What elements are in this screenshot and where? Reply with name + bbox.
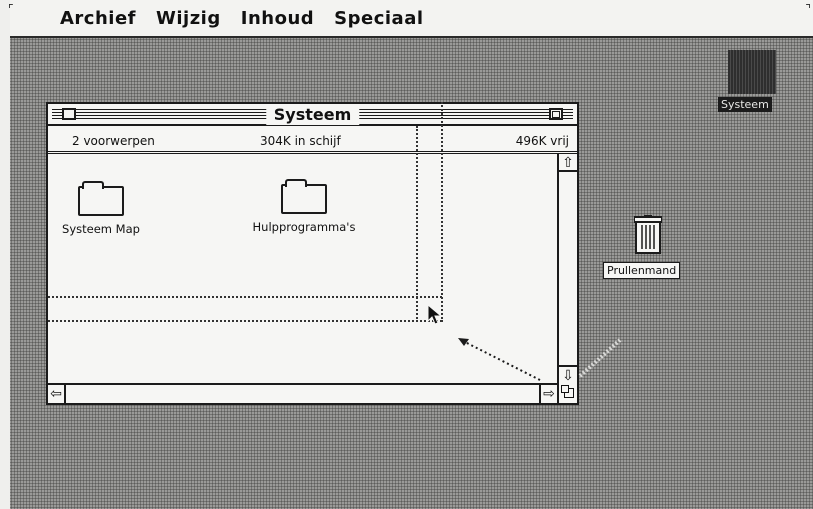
corner-mark: ⌝ xyxy=(805,2,811,16)
folder-label: Hulpprogramma's xyxy=(252,220,356,234)
folder-icon xyxy=(78,181,124,216)
resize-outline xyxy=(441,102,443,322)
window-title: Systeem xyxy=(265,105,360,125)
disk-used: 304K in schijf xyxy=(260,134,341,148)
items-count: 2 voorwerpen xyxy=(72,134,155,148)
disk-label[interactable]: Systeem xyxy=(718,97,772,112)
close-box-icon[interactable] xyxy=(62,108,76,120)
resize-outline xyxy=(48,296,442,298)
menu-speciaal[interactable]: Speciaal xyxy=(334,8,423,29)
corner-mark: ⌜ xyxy=(8,2,14,16)
menu-wijzig[interactable]: Wijzig xyxy=(156,8,221,29)
scroll-left-arrow-icon[interactable]: ⇦ xyxy=(48,385,66,403)
menu-inhoud[interactable]: Inhoud xyxy=(241,8,314,29)
folder-label: Systeem Map xyxy=(62,222,140,236)
zoom-box-icon[interactable] xyxy=(549,108,563,120)
scroll-up-arrow-icon[interactable]: ⇧ xyxy=(559,154,577,172)
resize-outline xyxy=(48,320,442,322)
free-space: 496K vrij xyxy=(515,134,569,148)
trash-icon[interactable] xyxy=(634,215,662,255)
menu-archief[interactable]: Archief xyxy=(60,8,136,29)
pointer-cursor-icon xyxy=(427,304,443,325)
vertical-scrollbar[interactable]: ⇧ ⇩ xyxy=(557,154,577,384)
drag-direction-arrow xyxy=(458,338,541,381)
folder-systeem-map[interactable]: Systeem Map xyxy=(56,181,146,236)
resize-outline xyxy=(416,126,418,322)
grow-box-icon[interactable] xyxy=(557,383,577,403)
trash-label[interactable]: Prullenmand xyxy=(603,262,681,279)
horizontal-scrollbar[interactable]: ⇦ ⇨ xyxy=(48,383,577,403)
window-shadow-streak xyxy=(578,338,622,378)
folder-icon xyxy=(281,179,327,214)
title-bar[interactable]: Systeem xyxy=(48,104,577,126)
scroll-down-arrow-icon[interactable]: ⇩ xyxy=(559,365,577,384)
info-bar: 2 voorwerpen 304K in schijf 496K vrij xyxy=(48,128,577,154)
folder-hulpprogrammas[interactable]: Hulpprogramma's xyxy=(244,179,364,234)
disk-icon[interactable] xyxy=(728,50,776,94)
scroll-right-arrow-icon[interactable]: ⇨ xyxy=(539,385,557,403)
menu-bar: Archief Wijzig Inhoud Speciaal xyxy=(10,0,813,38)
